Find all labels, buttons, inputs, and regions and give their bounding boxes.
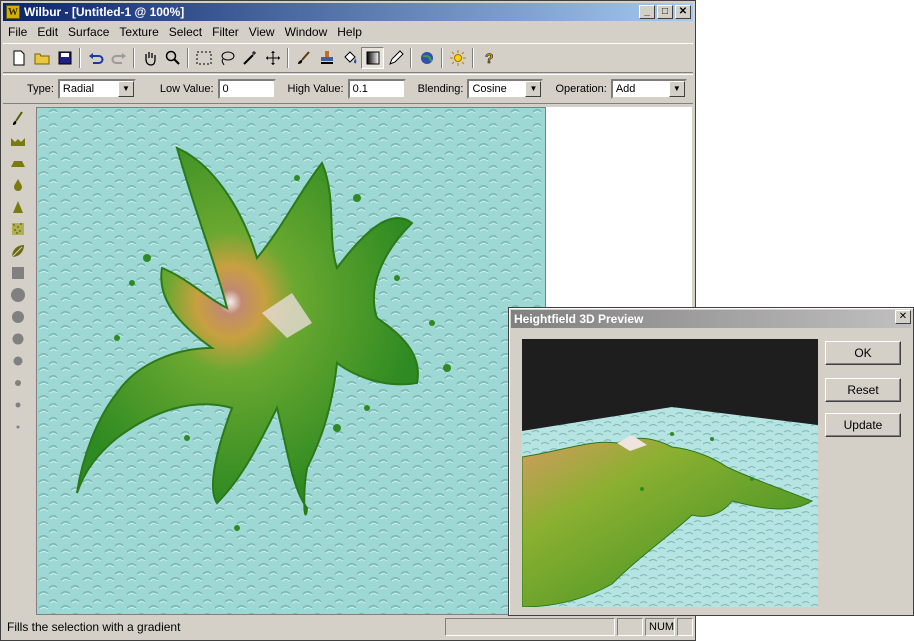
type-select-value: Radial [62,83,95,95]
menu-surface[interactable]: Surface [63,25,114,39]
operation-select[interactable]: Add ▼ [610,79,687,99]
status-pane-scroll [677,618,693,636]
heightfield-3d-preview-dialog: Heightfield 3D Preview ✕ OK Reset Update [508,307,914,616]
globe-3d-icon[interactable] [415,47,438,69]
terrain-peak-icon[interactable] [6,196,30,218]
redo-icon[interactable] [107,47,130,69]
dialog-close-button[interactable]: ✕ [895,310,911,324]
chevron-down-icon[interactable]: ▼ [525,81,542,97]
terrain-render [37,108,545,614]
ok-button[interactable]: OK [825,341,901,365]
brush-size-xl-icon[interactable] [6,284,30,306]
menu-file[interactable]: File [3,25,32,39]
reset-button[interactable]: Reset [825,378,901,402]
heightfield-canvas[interactable] [36,107,546,615]
sculpt-brush-icon[interactable] [6,108,30,130]
gradient-tool-icon[interactable] [361,47,384,69]
terrain-drop-icon[interactable] [6,174,30,196]
menu-bar: File Edit Surface Texture Select Filter … [3,22,693,42]
left-tool-palette [3,108,33,613]
status-pane-caps [617,618,643,636]
blending-select-value: Cosine [472,83,507,95]
terrain-3d-render [522,339,818,607]
status-bar: Fills the selection with a gradient NUM [3,616,693,638]
close-button[interactable]: ✕ [675,5,691,19]
open-folder-icon[interactable] [30,47,53,69]
brush-icon[interactable] [292,47,315,69]
brush-size-md-icon[interactable] [6,328,30,350]
pencil-icon[interactable] [384,47,407,69]
menu-select[interactable]: Select [164,25,207,39]
undo-icon[interactable] [84,47,107,69]
operation-select-value: Add [615,83,636,95]
hand-icon[interactable] [138,47,161,69]
move-selection-icon[interactable] [261,47,284,69]
status-num: NUM [645,618,675,636]
toolbar-separator [441,48,443,68]
brush-size-lg-icon[interactable] [6,306,30,328]
chevron-down-icon[interactable]: ▼ [117,81,134,97]
lasso-icon[interactable] [215,47,238,69]
rect-select-icon[interactable] [192,47,215,69]
dialog-title[interactable]: Heightfield 3D Preview [511,310,911,328]
operation-label: Operation: [555,83,607,95]
toolbar-separator [287,48,289,68]
status-message: Fills the selection with a gradient [7,620,181,634]
title-bar[interactable]: W Wilbur - [Untitled-1 @ 100%] _ □ ✕ [3,3,693,21]
low-value-label: Low Value: [159,83,214,95]
main-toolbar: ? [3,43,693,73]
blending-label: Blending: [417,83,464,95]
light-sun-icon[interactable] [446,47,469,69]
toolbar-separator [79,48,81,68]
brush-size-xs-icon[interactable] [6,372,30,394]
blending-select[interactable]: Cosine ▼ [467,79,544,99]
fill-bucket-icon[interactable] [338,47,361,69]
menu-texture[interactable]: Texture [114,25,163,39]
type-label: Type: [27,83,54,95]
3d-preview-viewport[interactable] [522,339,818,607]
magic-wand-icon[interactable] [238,47,261,69]
menu-window[interactable]: Window [280,25,333,39]
toolbar-separator [410,48,412,68]
tool-options-bar: Type: Radial ▼ Low Value: 0 High Value: … [3,74,693,104]
new-file-icon[interactable] [7,47,30,69]
brush-size-xxs-icon[interactable] [6,394,30,416]
stamp-icon[interactable] [315,47,338,69]
toolbar-separator [133,48,135,68]
window-title: Wilbur - [Untitled-1 @ 100%] [24,5,185,19]
terrain-plateau-icon[interactable] [6,152,30,174]
menu-edit[interactable]: Edit [32,25,63,39]
low-value-input[interactable]: 0 [217,79,276,99]
update-button[interactable]: Update [825,413,901,437]
save-icon[interactable] [53,47,76,69]
terrain-valley-icon[interactable] [6,130,30,152]
toolbar-separator [472,48,474,68]
leaf-erode-icon[interactable] [6,240,30,262]
toolbar-separator [187,48,189,68]
brush-shape-square-icon[interactable] [6,262,30,284]
svg-text:?: ? [485,50,494,66]
menu-view[interactable]: View [244,25,280,39]
minimize-button[interactable]: _ [639,5,655,19]
zoom-icon[interactable] [161,47,184,69]
help-icon[interactable]: ? [477,47,500,69]
app-icon: W [6,5,20,19]
chevron-down-icon[interactable]: ▼ [668,81,685,97]
high-value-label: High Value: [287,83,344,95]
menu-help[interactable]: Help [332,25,367,39]
high-value-input[interactable]: 0.1 [347,79,406,99]
brush-size-sm-icon[interactable] [6,350,30,372]
status-pane-progress [445,618,615,636]
noise-texture-icon[interactable] [6,218,30,240]
menu-filter[interactable]: Filter [207,25,244,39]
type-select[interactable]: Radial ▼ [57,79,136,99]
maximize-button[interactable]: □ [657,5,673,19]
brush-size-tiny-icon[interactable] [6,416,30,438]
